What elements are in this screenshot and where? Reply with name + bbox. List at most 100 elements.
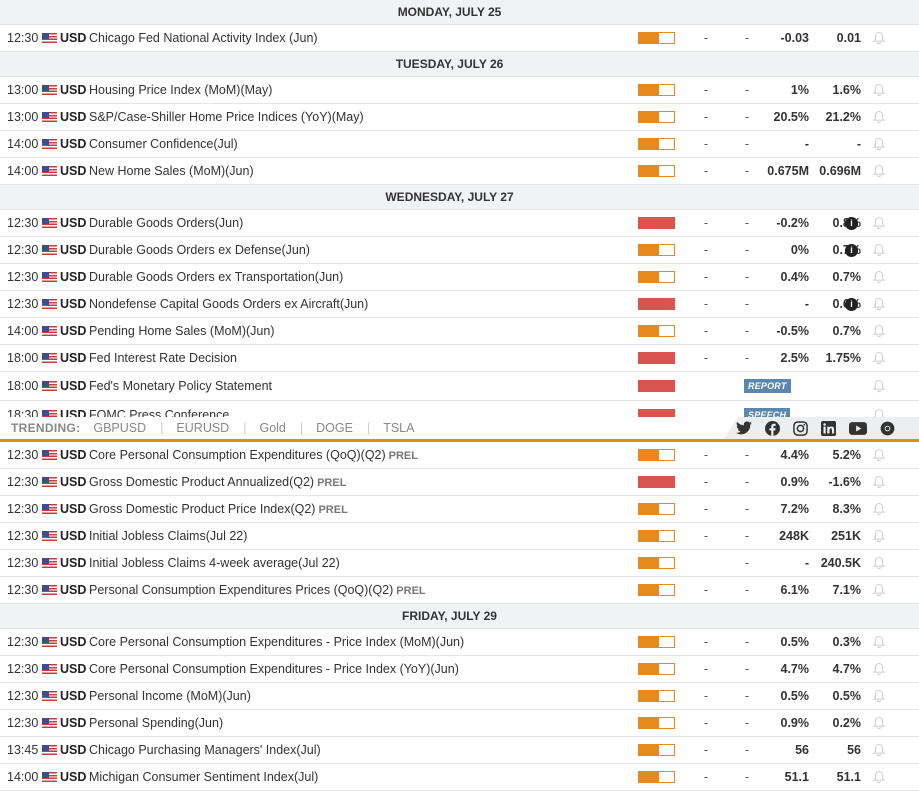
event-name[interactable]: Durable Goods Orders ex Defense(Jun) [89,243,310,257]
event-row[interactable]: 12:30 USD Initial Jobless Claims 4-week av… [0,550,919,577]
event-type-badge[interactable]: REPORT [744,379,791,393]
bell-icon[interactable] [872,475,886,489]
event-row[interactable]: 12:30 USD Personal Income (MoM)(Jun) - -0.5%… [0,683,919,710]
event-name[interactable]: Consumer Confidence(Jul) [89,137,238,151]
event-name[interactable]: S&P/Case-Shiller Home Price Indices (YoY… [89,110,364,124]
event-name[interactable]: Durable Goods Orders ex Transportation(J… [89,270,343,284]
trending-link-doge[interactable]: DOGE [316,421,353,435]
event-row[interactable]: 12:30 USD Durable Goods Orders ex Transpor… [0,264,919,291]
bell-icon[interactable] [872,83,886,97]
bell-icon[interactable] [872,448,886,462]
trending-link-eurusd[interactable]: EURUSD [176,421,229,435]
event-row[interactable]: 12:30 USD Gross Domestic Product Price Ind… [0,496,919,523]
event-name[interactable]: Pending Home Sales (MoM)(Jun) [89,324,275,338]
impact-medium-bar [638,771,675,783]
bell-icon[interactable] [872,243,886,257]
event-time: 12:30 [7,216,39,230]
bell-icon[interactable] [872,297,886,311]
event-row[interactable]: 12:30 USD Nondefense Capital Goods Orders … [0,291,919,318]
event-currency: USD [60,324,87,338]
event-name[interactable]: Chicago Purchasing Managers' Index(Jul) [89,743,321,757]
bell-icon[interactable] [872,31,886,45]
trending-link-gold[interactable]: Gold [259,421,285,435]
event-name[interactable]: Core Personal Consumption Expenditures -… [89,635,464,649]
event-row[interactable]: 12:30 USD Durable Goods Orders ex Defense(… [0,237,919,264]
event-row[interactable]: 12:30 USD Chicago Fed National Activity In… [0,25,919,52]
event-currency: USD [60,583,87,597]
bell-icon[interactable] [872,529,886,543]
facebook-icon[interactable] [765,420,780,436]
event-row[interactable]: 14:00 USD Pending Home Sales (MoM)(Jun) - - -… [0,318,919,345]
event-name[interactable]: Initial Jobless Claims(Jul 22) [89,529,247,543]
event-row[interactable]: 14:00 USD Consumer Confidence(Jul) - - - - [0,131,919,158]
trending-link-gbpusd[interactable]: GBPUSD [93,421,146,435]
event-row[interactable]: 12:30 USD Personal Spending(Jun) - -0.9% 0.2% [0,710,919,737]
event-name[interactable]: Initial Jobless Claims 4-week average(Ju… [89,556,340,570]
bell-icon[interactable] [872,635,886,649]
info-icon[interactable]: i [845,298,858,311]
event-name[interactable]: Personal Income (MoM)(Jun) [89,689,251,703]
bell-icon[interactable] [872,270,886,284]
event-row[interactable]: 14:00 USD Michigan Consumer Sentiment Inde… [0,764,919,791]
linkedin-icon[interactable] [821,420,836,436]
event-name[interactable]: Michigan Consumer Sentiment Index(Jul) [89,770,318,784]
event-name[interactable]: Fed Interest Rate Decision [89,351,237,365]
actual-value: 0% [790,243,809,257]
bell-icon[interactable] [872,556,886,570]
bell-icon[interactable] [872,689,886,703]
event-name[interactable]: Chicago Fed National Activity Index (Jun… [89,31,318,45]
event-row[interactable]: 12:30 USD Personal Consumption Expenditure… [0,577,919,604]
event-row[interactable]: 12:30 USD Core Personal Consumption Expend… [0,629,919,656]
event-row[interactable]: 12:30 USD Initial Jobless Claims(Jul 22) - -… [0,523,919,550]
previous-value: 0.7% [832,324,862,338]
bell-icon[interactable] [872,743,886,757]
social-links [724,417,919,439]
event-currency: USD [60,770,87,784]
event-row[interactable]: 12:30 USD Durable Goods Orders(Jun) - - -0.2%… [0,210,919,237]
event-name[interactable]: Housing Price Index (MoM)(May) [89,83,272,97]
event-row[interactable]: 12:30 USD Gross Domestic Product Annualize… [0,469,919,496]
event-name[interactable]: Gross Domestic Product Price Index(Q2) PR… [89,502,348,516]
us-flag-icon [42,33,57,43]
bell-icon[interactable] [872,110,886,124]
bell-icon[interactable] [872,583,886,597]
event-name[interactable]: Personal Spending(Jun) [89,716,223,730]
bell-icon[interactable] [872,351,886,365]
bell-icon[interactable] [872,770,886,784]
event-name[interactable]: Fed's Monetary Policy Statement [89,379,272,393]
bell-icon[interactable] [872,662,886,676]
bell-icon[interactable] [872,216,886,230]
event-name[interactable]: Core Personal Consumption Expenditures (… [89,448,418,462]
bell-icon[interactable] [872,716,886,730]
event-row[interactable]: 12:30 USD Core Personal Consumption Expend… [0,656,919,683]
info-icon[interactable]: i [845,217,858,230]
bell-icon[interactable] [872,502,886,516]
bell-icon[interactable] [872,164,886,178]
bell-icon[interactable] [872,137,886,151]
event-row[interactable]: 13:00 USD S&P/Case-Shiller Home Price Indi… [0,104,919,131]
event-name[interactable]: Personal Consumption Expenditures Prices… [89,583,426,597]
chrome-icon[interactable] [880,421,895,436]
event-name-text: Core Personal Consumption Expenditures -… [89,662,459,676]
instagram-icon[interactable] [793,420,808,436]
bell-icon[interactable] [872,379,886,393]
event-name[interactable]: Nondefense Capital Goods Orders ex Aircr… [89,297,368,311]
event-name[interactable]: Core Personal Consumption Expenditures -… [89,662,459,676]
us-flag-icon [42,326,57,336]
info-icon[interactable]: i [845,244,858,257]
event-name[interactable]: Durable Goods Orders(Jun) [89,216,243,230]
event-row[interactable]: 13:00 USD Housing Price Index (MoM)(May) - -… [0,77,919,104]
trending-link-tsla[interactable]: TSLA [383,421,414,435]
event-row[interactable]: 13:45 USD Chicago Purchasing Managers' Ind… [0,737,919,764]
event-name[interactable]: Gross Domestic Product Annualized(Q2) PRE… [89,475,346,489]
twitter-icon[interactable] [736,421,752,435]
event-row[interactable]: 18:00 USD Fed Interest Rate Decision - -2.5%… [0,345,919,372]
event-name[interactable]: New Home Sales (MoM)(Jun) [89,164,254,178]
bell-icon[interactable] [872,324,886,338]
youtube-icon[interactable] [849,421,867,435]
event-time: 12:30 [7,689,39,703]
event-row[interactable]: 12:30 USD Core Personal Consumption Expend… [0,442,919,469]
us-flag-icon [42,85,57,95]
event-row[interactable]: 18:00 USD Fed's Monetary Policy Statement R… [0,372,919,401]
event-row[interactable]: 14:00 USD New Home Sales (MoM)(Jun) - -0.675… [0,158,919,185]
